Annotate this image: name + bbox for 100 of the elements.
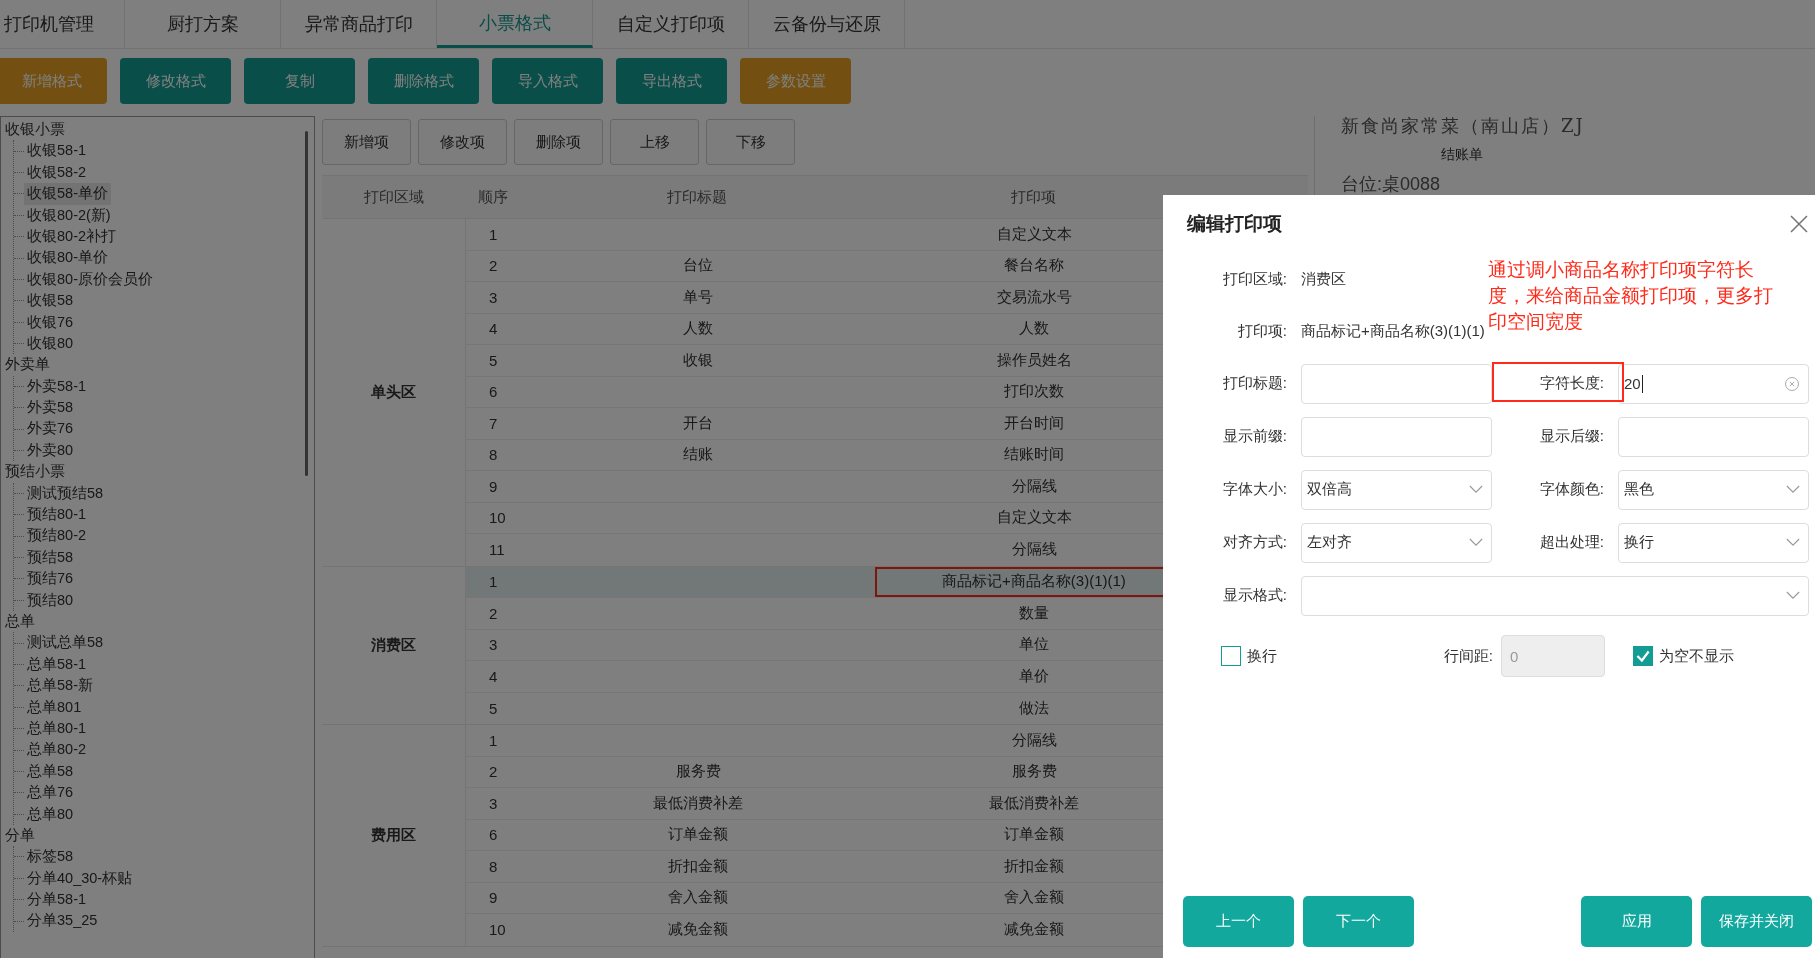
- dialog-button[interactable]: 应用: [1581, 896, 1692, 947]
- table-cell-text: 折扣金额: [667, 855, 729, 876]
- table-cell-text: 交易流水号: [995, 286, 1073, 307]
- tree-item[interactable]: 总单801: [24, 696, 85, 718]
- field-label: 超出处理:: [1538, 533, 1605, 552]
- table-cell-text: 4: [488, 319, 499, 340]
- tree-item[interactable]: 收银76: [24, 311, 77, 333]
- table-cell-text: 自定义文本: [995, 223, 1073, 244]
- table-cell-text: 9: [488, 888, 499, 909]
- toolbar-button[interactable]: 修改格式: [120, 58, 231, 104]
- tree-item[interactable]: 收银80-单价: [24, 247, 111, 269]
- scrollbar[interactable]: [305, 131, 308, 476]
- dialog-button[interactable]: 下一个: [1303, 896, 1414, 947]
- table-cell-text: 分隔线: [1010, 729, 1058, 750]
- tree-item[interactable]: 外卖58-1: [24, 375, 90, 398]
- table-cell-text: 8: [488, 856, 499, 877]
- dropdown[interactable]: 左对齐: [1301, 522, 1492, 563]
- checkbox[interactable]: [1221, 646, 1241, 666]
- tree-item[interactable]: 分单35_25: [24, 910, 101, 932]
- input-field[interactable]: [1301, 416, 1492, 457]
- toolbar-button[interactable]: 复制: [244, 58, 355, 104]
- dropdown[interactable]: 双倍高: [1301, 469, 1492, 510]
- table-cell-text: 分隔线: [1010, 475, 1058, 496]
- tree-group[interactable]: 外卖单: [1, 354, 314, 376]
- table-cell-text: 分隔线: [1010, 539, 1058, 560]
- tree-item[interactable]: 预结58: [24, 546, 77, 569]
- table-cell-text: 1: [488, 224, 499, 245]
- table-cell-text: 服务费: [1010, 761, 1058, 782]
- tree-item[interactable]: 总单58: [24, 760, 77, 783]
- column-header: 打印区域: [362, 187, 425, 207]
- tree-item[interactable]: 预结80: [24, 589, 77, 611]
- dialog-button[interactable]: 上一个: [1183, 896, 1294, 947]
- dropdown[interactable]: [1301, 575, 1809, 616]
- tree-item[interactable]: 外卖76: [24, 418, 77, 440]
- input-field[interactable]: 20: [1618, 363, 1809, 404]
- table-cell-text: 减免金额: [1003, 919, 1065, 940]
- table-cell-text: 10: [488, 508, 507, 529]
- table-cell-text: 舍入金额: [667, 887, 729, 908]
- table-cell-text: 3: [488, 793, 499, 814]
- tree-item[interactable]: 总单80-1: [24, 717, 90, 740]
- tree-group[interactable]: 预结小票: [1, 461, 314, 483]
- table-cell-text: 做法: [1018, 697, 1050, 718]
- receipt-title: 结账单: [1441, 146, 1484, 164]
- tree-item[interactable]: 收银80-2补打: [24, 225, 120, 248]
- tree-item[interactable]: 收银58: [24, 290, 77, 312]
- table-cell-text: 8: [488, 445, 499, 466]
- tree-item[interactable]: 测试预结58: [24, 482, 107, 505]
- tree-item[interactable]: 总单58-1: [24, 653, 90, 676]
- table-cell-text: 台位: [682, 255, 714, 276]
- table-cell-text: 自定义文本: [995, 507, 1073, 528]
- toolbar-button[interactable]: 删除项: [514, 119, 603, 165]
- toolbar-button[interactable]: 下移: [706, 119, 795, 165]
- toolbar-button[interactable]: 导入格式: [492, 58, 603, 104]
- tree-item[interactable]: 收银58-2: [24, 161, 90, 184]
- toolbar-button[interactable]: 导出格式: [616, 58, 727, 104]
- table-cell-text: 服务费: [674, 761, 722, 782]
- tree-item[interactable]: 总单76: [24, 782, 77, 804]
- toolbar-button[interactable]: 新增项: [322, 119, 411, 165]
- tree-item[interactable]: 总单58-新: [24, 675, 96, 697]
- dialog-button[interactable]: 保存并关闭: [1701, 896, 1812, 947]
- close-icon[interactable]: [1789, 214, 1809, 234]
- shop-name: 新食尚家常菜（南山店）ZJ: [1341, 114, 1586, 138]
- dropdown[interactable]: 换行: [1618, 522, 1809, 563]
- column-header: 打印项: [1009, 187, 1057, 207]
- tab[interactable]: 小票格式: [437, 0, 593, 48]
- tree-group[interactable]: 分单: [1, 824, 314, 847]
- tree-item[interactable]: 分单40_30-杯贴: [24, 867, 136, 890]
- input-field[interactable]: [1618, 416, 1809, 457]
- field-label: 字符长度:: [1538, 374, 1605, 393]
- tree-item[interactable]: 分单58-1: [24, 889, 90, 911]
- table-cell-text: 4: [488, 666, 499, 687]
- tree-item[interactable]: 收银58-单价: [24, 183, 111, 205]
- tree-group[interactable]: 收银小票: [1, 119, 314, 141]
- tree-item[interactable]: 收银80: [24, 332, 77, 355]
- input-field[interactable]: [1301, 363, 1492, 404]
- tree-item[interactable]: 总单80: [24, 803, 77, 825]
- table-cell-text: 6: [488, 382, 499, 403]
- table-cell: 费用区: [371, 825, 416, 845]
- tree-item[interactable]: 收银80-2(新): [24, 204, 114, 226]
- table-cell-text: 数量: [1018, 602, 1050, 623]
- toolbar-button[interactable]: 修改项: [418, 119, 507, 165]
- checkbox[interactable]: [1633, 646, 1653, 666]
- tree-item[interactable]: 测试总单58: [24, 632, 107, 654]
- table-cell: 单头区: [371, 382, 416, 402]
- tree-item[interactable]: 标签58: [24, 846, 77, 868]
- checkbox-label: 为空不显示: [1659, 646, 1734, 666]
- dropdown[interactable]: 黑色: [1618, 469, 1809, 510]
- tree-group[interactable]: 总单: [1, 611, 314, 633]
- tree-item[interactable]: 总单80-2: [24, 739, 90, 761]
- toolbar-button[interactable]: 上移: [610, 119, 699, 165]
- toolbar-button[interactable]: 删除格式: [368, 58, 479, 104]
- table-cell-text: 餐台名称: [1003, 255, 1065, 276]
- tree-item[interactable]: 收银80-原价会员价: [24, 268, 156, 291]
- tree-item[interactable]: 预结80-2: [24, 525, 90, 547]
- tree-item[interactable]: 外卖80: [24, 439, 77, 462]
- tree-item[interactable]: 外卖58: [24, 397, 77, 419]
- clear-icon[interactable]: [1784, 375, 1800, 392]
- tree-item[interactable]: 预结76: [24, 568, 77, 590]
- tree-item[interactable]: 收银58-1: [24, 140, 90, 162]
- tree-item[interactable]: 预结80-1: [24, 504, 90, 526]
